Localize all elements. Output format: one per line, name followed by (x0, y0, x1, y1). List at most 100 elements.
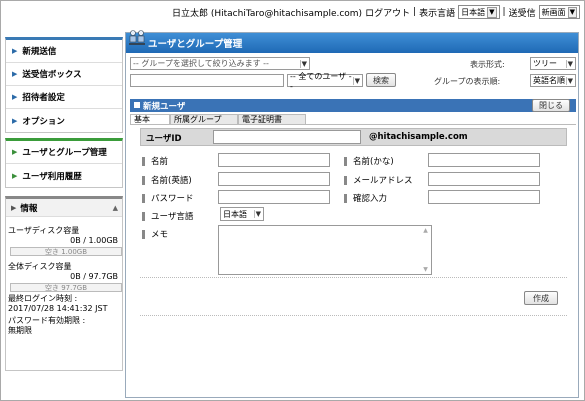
arrow-right-icon: ▶ (12, 70, 18, 78)
logout-link[interactable]: ログアウト (365, 6, 410, 19)
user-id-row: ユーザID @hitachisample.com (140, 128, 567, 146)
label-marker (142, 175, 145, 185)
email-field-label: メールアドレス (344, 174, 413, 186)
sidebar-item-label: 送受信ボックス (22, 70, 82, 80)
name-label: 名前 (151, 157, 169, 167)
arrow-right-icon: ▶ (12, 47, 18, 55)
top-bar: 日立太郎 (HitachiTaro@hitachisample.com) ログア… (1, 1, 584, 23)
nav-group-admin: ▶ ユーザとグループ管理 ▶ ユーザ利用履歴 (5, 138, 123, 188)
user-id-label: ユーザID (146, 134, 182, 144)
name-kana-label: 名前(かな) (353, 157, 394, 167)
name-field-label: 名前 (142, 155, 168, 167)
send-receive-label: 送受信 (508, 8, 536, 19)
chevron-down-icon: ▼ (352, 76, 360, 85)
sidebar-item-label: ユーザとグループ管理 (22, 148, 107, 158)
display-format-label: 表示形式: (470, 60, 505, 69)
user-disk-value: 0B / 1.00GB (70, 236, 118, 245)
name-en-field-label: 名前(英語) (142, 174, 192, 186)
total-disk-bar: 空き 97.7GB (10, 283, 122, 292)
chevron-down-icon: ▼ (565, 76, 573, 85)
sidebar-item-new-send[interactable]: ▶ 新規送信 (6, 40, 122, 63)
name-kana-input[interactable] (428, 153, 540, 167)
user-filter-value: -- 全てのユーザ -- (290, 71, 352, 91)
app-window: 日立太郎 (HitachiTaro@hitachisample.com) ログア… (0, 0, 585, 401)
chevron-down-icon: ▼ (565, 59, 573, 68)
display-format-select[interactable]: ツリー ▼ (530, 57, 576, 70)
scroll-up-icon: ▲ (423, 227, 428, 234)
sidebar: ▶ 新規送信 ▶ 送受信ボックス ▶ 招待者設定 ▶ オプション ▶ ユーザとグループ管理… (5, 37, 123, 398)
arrow-right-icon: ▶ (12, 171, 18, 180)
group-order-select[interactable]: 英語名順 ▼ (530, 74, 576, 87)
main-header: ユーザとグループ管理 (126, 30, 578, 53)
memo-scrollbar[interactable]: ▲ ▼ (421, 227, 430, 273)
divider (140, 277, 567, 278)
send-receive-select[interactable]: 新画面 ▼ (538, 5, 580, 19)
password-field-label: パスワード (142, 192, 194, 204)
search-button[interactable]: 検索 (366, 73, 396, 87)
total-disk-label: 全体ディスク容量 (8, 262, 72, 271)
info-body: ユーザディスク容量 0B / 1.00GB 空き 1.00GB 全体ディスク容量… (6, 217, 122, 336)
chevron-down-icon: ▼ (487, 6, 497, 18)
label-marker (142, 156, 145, 166)
memo-textarea[interactable]: ▲ ▼ (218, 225, 432, 275)
group-order-value: 英語名順 (533, 76, 565, 85)
label-marker (142, 211, 145, 221)
display-language-label: 表示言語 (419, 8, 456, 19)
nav-group-main: ▶ 新規送信 ▶ 送受信ボックス ▶ 招待者設定 ▶ オプション (5, 37, 123, 133)
last-login-value: 2017/07/28 14:41:32 JST (8, 304, 108, 313)
display-format-value: ツリー (533, 59, 557, 68)
sidebar-item-label: オプション (22, 116, 65, 127)
group-filter-select[interactable]: -- グループを選択して絞り込みます -- ▼ (130, 57, 310, 70)
info-title: 情報 (20, 203, 38, 214)
name-en-input[interactable] (218, 172, 330, 186)
confirm-password-input[interactable] (428, 190, 540, 204)
user-filter-select[interactable]: -- 全てのユーザ -- ▼ (287, 72, 363, 91)
memo-label: メモ (151, 230, 169, 240)
info-header[interactable]: ▶ 情報 ▲ (6, 199, 122, 217)
page-title: ユーザとグループ管理 (148, 39, 243, 50)
create-button[interactable]: 作成 (524, 291, 558, 305)
name-en-label: 名前(英語) (151, 176, 192, 186)
new-user-header: 新規ユーザ (130, 99, 576, 112)
user-language-field-label: ユーザ言語 (142, 210, 193, 222)
memo-field-label: メモ (142, 228, 168, 240)
collapse-icon[interactable]: ▲ (113, 204, 118, 212)
sidebar-item-send-receive-box[interactable]: ▶ 送受信ボックス (6, 63, 122, 86)
separator: | (502, 7, 506, 17)
divider (140, 315, 567, 316)
sidebar-item-user-history[interactable]: ▶ ユーザ利用履歴 (6, 164, 122, 187)
display-language-value: 日本語 (461, 7, 486, 17)
arrow-right-icon: ▶ (12, 148, 18, 156)
confirm-field-label: 確認入力 (344, 192, 387, 204)
email-input[interactable] (428, 172, 540, 186)
group-order-label: グループの表示順: (434, 77, 501, 86)
user-language-select[interactable]: 日本語 ▼ (220, 207, 264, 221)
panel-marker-icon (134, 102, 140, 108)
scroll-down-icon: ▼ (423, 266, 428, 273)
total-disk-value: 0B / 97.7GB (70, 272, 118, 281)
tab-divider (130, 124, 576, 125)
user-language-value: 日本語 (223, 209, 247, 219)
user-identity: 日立太郎 (HitachiTaro@hitachisample.com) (171, 8, 363, 19)
chevron-down-icon: ▼ (567, 6, 577, 18)
label-marker (344, 193, 347, 203)
user-id-input[interactable] (213, 130, 361, 144)
password-expiry-label: パスワード有効期限 : (8, 316, 86, 325)
search-input[interactable] (130, 74, 284, 87)
password-input[interactable] (218, 190, 330, 204)
user-language-label: ユーザ言語 (151, 212, 194, 222)
name-input[interactable] (218, 153, 330, 167)
sidebar-item-invitee-settings[interactable]: ▶ 招待者設定 (6, 86, 122, 109)
close-button[interactable]: 閉じる (532, 99, 570, 112)
send-receive-value: 新画面 (541, 7, 566, 17)
display-language-select[interactable]: 日本語 ▼ (458, 5, 500, 19)
sidebar-item-options[interactable]: ▶ オプション (6, 109, 122, 132)
password-label: パスワード (151, 194, 194, 204)
label-marker (344, 156, 347, 166)
user-disk-label: ユーザディスク容量 (8, 226, 80, 235)
sidebar-item-user-group-management[interactable]: ▶ ユーザとグループ管理 (6, 141, 122, 164)
email-label: メールアドレス (353, 176, 413, 186)
users-icon (129, 30, 145, 45)
separator: | (413, 7, 417, 17)
password-expiry-value: 無期限 (8, 326, 32, 335)
